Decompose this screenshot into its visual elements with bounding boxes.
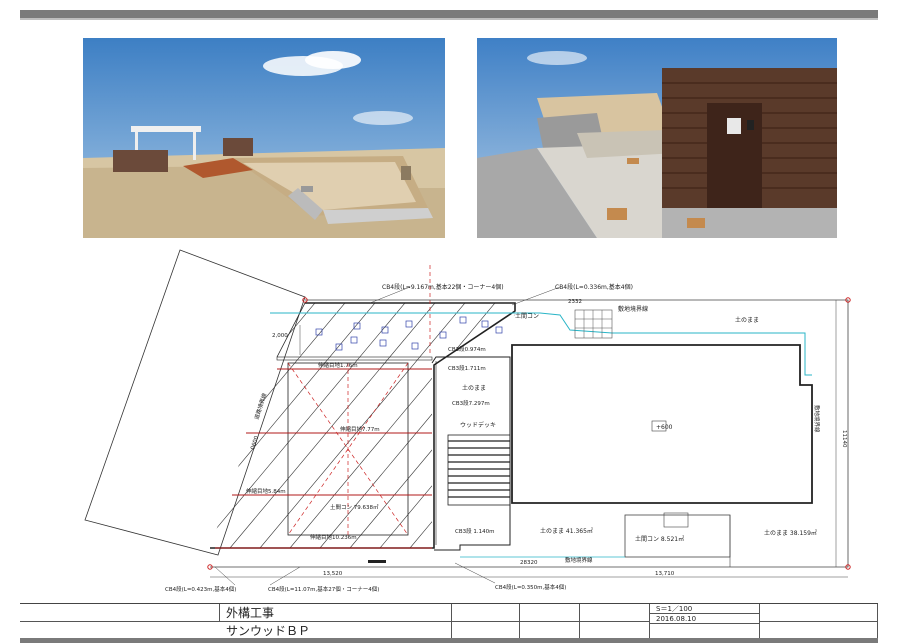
label-dim-2000: 2,000: [272, 333, 288, 339]
label-dim-2332: 2332: [568, 299, 582, 305]
label-cb4-bottom-mid: CB4段(L=11.07m,基本27個・コーナー4個): [268, 585, 379, 593]
label-soil-center: 土のまま: [462, 384, 486, 392]
titleblock-blank-6: [580, 604, 650, 622]
label-dim-28320: 28320: [520, 560, 538, 566]
label-concrete-small: 土間コン 8.521㎡: [635, 535, 684, 543]
label-concrete-main: 土間コン 79.638㎡: [330, 503, 379, 511]
label-wood-deck: ウッドデッキ: [460, 421, 496, 429]
site-floor-plan: CB4段(L=9.167m,基本22個・コーナー4個) CB4段(L=0.336…: [84, 249, 851, 593]
bottom-border-bar: [20, 638, 878, 643]
label-joint-4: 伸縮目地10.236m: [310, 533, 357, 541]
label-house: +600: [656, 424, 673, 431]
label-road-boundary: 道路境界線: [252, 392, 268, 421]
top-border-bar: [20, 10, 878, 20]
label-joint-3: 伸縮目地5.84m: [246, 487, 286, 495]
label-concrete-top: 土間コン: [515, 312, 539, 320]
label-dim-11140: 11140: [841, 430, 847, 448]
exterior-render-detail: [477, 38, 837, 238]
label-cb3-1140: CB3段 1.140m: [455, 527, 494, 535]
label-cb3-1711: CB3段1.711m: [448, 364, 486, 372]
label-boundary-right: 敷地境界線: [813, 405, 821, 433]
label-cb4-top-left: CB4段(L=9.167m,基本22個・コーナー4個): [382, 283, 504, 291]
titleblock-scale: S＝1／100: [650, 604, 760, 614]
titleblock-project: 外構工事: [220, 604, 452, 622]
label-soil-top: 土のまま: [735, 316, 759, 324]
exterior-render-overview: [83, 38, 445, 238]
label-cb4-top-right: CB4段(L=0.336m,基本4個): [555, 283, 633, 291]
label-soil-38: 土のまま 38.159㎡: [764, 529, 817, 537]
titleblock-blank-9: [760, 604, 878, 622]
label-dim-0600: 0600: [250, 435, 260, 451]
titleblock-blank-4: [520, 604, 580, 622]
titleblock-blank-2: [452, 604, 520, 622]
label-cb4-bottom-left: CB4段(L=0.423m,基本4個): [165, 585, 236, 593]
label-joint-2: 伸縮目地7.77m: [340, 425, 380, 433]
titleblock-date: 2016.08.10: [650, 614, 760, 624]
label-joint-1: 伸縮目地1.76m: [318, 361, 358, 369]
label-cb4-bottom-right: CB4段(L=0.350m,基本4個): [495, 583, 566, 591]
label-soil-41: 土のまま 41.365㎡: [540, 527, 593, 535]
label-cb3-7297: CB3段7.297m: [452, 399, 490, 407]
drawing-title-block: 外構工事 サンウッドＢＰ S＝1／100 2016.08.10: [20, 603, 878, 640]
label-dim-13520: 13,520: [323, 571, 343, 577]
label-boundary-bottom: 敷地境界線: [565, 556, 593, 564]
label-dim-13710: 13,710: [655, 571, 675, 577]
label-boundary-top: 敷地境界線: [618, 305, 648, 313]
titleblock-blank-1: [20, 604, 220, 622]
label-cb3-0974: CB3段0.974m: [448, 345, 486, 353]
